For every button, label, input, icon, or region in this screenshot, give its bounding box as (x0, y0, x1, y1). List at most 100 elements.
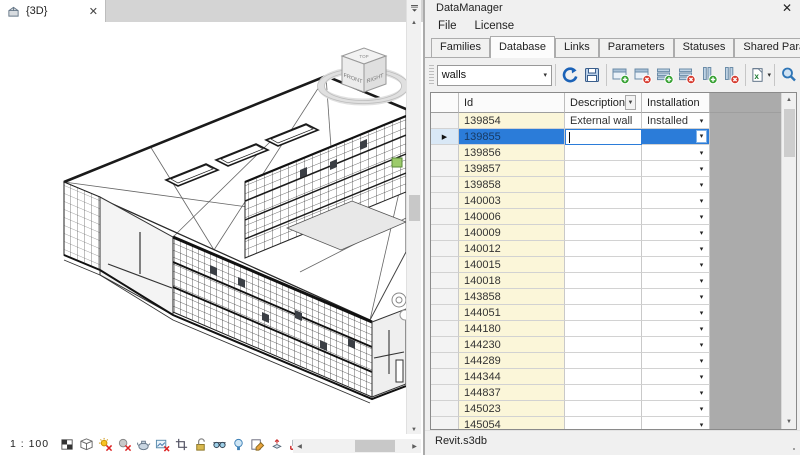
table-row[interactable]: ▶ 144180 ▾ (431, 321, 781, 337)
table-row[interactable]: ▶ 145023 ▾ (431, 401, 781, 417)
3d-model-canvas[interactable]: TOP FRONT RIGHT (0, 22, 406, 435)
refresh-button[interactable] (559, 64, 581, 86)
row-selector-cell[interactable]: ▶ (431, 129, 459, 145)
dropdown-arrow-icon[interactable]: ▾ (696, 405, 707, 413)
installation-cell[interactable]: ▾ (642, 129, 710, 145)
temporary-hide-isolate-icon[interactable] (210, 435, 228, 453)
installation-cell[interactable]: ▾ (642, 385, 710, 401)
description-column-header[interactable]: Description ▼ (565, 93, 642, 113)
table-row[interactable]: ▶ 139855 ▾ (431, 129, 781, 145)
delete-column-button[interactable] (720, 64, 742, 86)
detail-level-icon[interactable] (58, 435, 76, 453)
description-cell[interactable] (565, 289, 642, 305)
grid-vertical-scrollbar[interactable]: ▲ ▼ (781, 93, 796, 429)
installation-cell[interactable]: ▾ (642, 177, 710, 193)
table-row[interactable]: ▶ 140012 ▾ (431, 241, 781, 257)
table-row[interactable]: ▶ 145054 ▾ (431, 417, 781, 429)
delete-table-button[interactable] (632, 64, 654, 86)
installation-cell[interactable]: ▾ (642, 241, 710, 257)
installation-cell[interactable]: ▾ (642, 257, 710, 273)
installation-cell[interactable]: Installed ▾ (642, 113, 710, 129)
id-cell[interactable]: 140012 (459, 241, 565, 257)
installation-cell[interactable]: ▾ (642, 289, 710, 305)
unlocked-orientation-icon[interactable] (191, 435, 209, 453)
view-tab-3d[interactable]: {3D} ✕ (0, 0, 106, 22)
table-row[interactable]: ▶ 140009 ▾ (431, 225, 781, 241)
row-selector-cell[interactable]: ▶ (431, 369, 459, 385)
table-row[interactable]: ▶ 143858 ▾ (431, 289, 781, 305)
installation-cell[interactable]: ▾ (642, 273, 710, 289)
installation-cell[interactable]: ▾ (642, 321, 710, 337)
add-column-button[interactable] (698, 64, 720, 86)
description-cell[interactable] (565, 385, 642, 401)
id-cell[interactable]: 139854 (459, 113, 565, 129)
row-selector-cell[interactable]: ▶ (431, 161, 459, 177)
description-cell[interactable] (565, 353, 642, 369)
installation-cell[interactable]: ▾ (642, 305, 710, 321)
sun-path-off-icon[interactable] (96, 435, 114, 453)
dropdown-arrow-icon[interactable]: ▾ (696, 325, 707, 333)
row-selector-cell[interactable]: ▶ (431, 193, 459, 209)
dropdown-arrow-icon[interactable]: ▾ (696, 181, 707, 189)
row-selector-cell[interactable]: ▶ (431, 273, 459, 289)
description-cell[interactable]: External wall (565, 113, 642, 129)
dropdown-arrow-icon[interactable]: ▾ (696, 229, 707, 237)
id-cell[interactable]: 139858 (459, 177, 565, 193)
description-cell[interactable] (565, 225, 642, 241)
row-selector-cell[interactable]: ▶ (431, 145, 459, 161)
close-panel-icon[interactable]: ✕ (782, 1, 792, 15)
row-selector-cell[interactable]: ▶ (431, 337, 459, 353)
view-vertical-scrollbar[interactable]: ▲ ▼ (406, 0, 421, 437)
scroll-up-icon[interactable]: ▲ (782, 93, 796, 107)
table-row[interactable]: ▶ 139858 ▾ (431, 177, 781, 193)
description-cell[interactable] (565, 337, 642, 353)
installation-cell[interactable]: ▾ (642, 209, 710, 225)
dropdown-arrow-icon[interactable]: ▾ (696, 373, 707, 381)
shadows-off-icon[interactable] (115, 435, 133, 453)
table-select-dropdown[interactable]: walls ▾ (436, 64, 553, 86)
row-selector-cell[interactable]: ▶ (431, 177, 459, 193)
tab-shared-parameters[interactable]: Shared Parameters (734, 38, 800, 57)
id-cell[interactable]: 143858 (459, 289, 565, 305)
row-selector-cell[interactable]: ▶ (431, 241, 459, 257)
table-row[interactable]: ▶ 144344 ▾ (431, 369, 781, 385)
reveal-hidden-elements-icon[interactable] (229, 435, 247, 453)
description-cell[interactable] (565, 305, 642, 321)
id-cell[interactable]: 144289 (459, 353, 565, 369)
scroll-right-icon[interactable]: ▶ (408, 439, 421, 453)
dropdown-arrow-icon[interactable]: ▾ (696, 130, 707, 143)
dropdown-arrow-icon[interactable]: ▾ (696, 389, 707, 397)
installation-cell[interactable]: ▾ (642, 401, 710, 417)
menu-file[interactable]: File (429, 18, 466, 34)
menu-license[interactable]: License (466, 18, 524, 34)
scroll-up-icon[interactable]: ▲ (407, 16, 421, 30)
visual-style-icon[interactable] (77, 435, 95, 453)
id-cell[interactable]: 140003 (459, 193, 565, 209)
row-selector-cell[interactable]: ▶ (431, 113, 459, 129)
installation-cell[interactable]: ▾ (642, 145, 710, 161)
crop-region-icon[interactable] (172, 435, 190, 453)
table-row[interactable]: ▶ 144837 ▾ (431, 385, 781, 401)
table-row[interactable]: ▶ 140015 ▾ (431, 257, 781, 273)
description-cell[interactable] (565, 209, 642, 225)
dropdown-arrow-icon[interactable]: ▾ (696, 197, 707, 205)
description-cell[interactable] (565, 161, 642, 177)
export-button[interactable]: x ▾ (749, 64, 771, 86)
table-row[interactable]: ▶ 139857 ▾ (431, 161, 781, 177)
table-row[interactable]: ▶ 144230 ▾ (431, 337, 781, 353)
row-selector-cell[interactable]: ▶ (431, 353, 459, 369)
description-cell[interactable] (565, 417, 642, 429)
scale-button[interactable]: 1 : 100 (10, 438, 49, 450)
description-cell[interactable] (565, 257, 642, 273)
id-column-header[interactable]: Id (459, 93, 565, 113)
displacement-sets-icon[interactable] (267, 435, 285, 453)
dropdown-arrow-icon[interactable]: ▾ (696, 357, 707, 365)
id-cell[interactable]: 144837 (459, 385, 565, 401)
row-selector-cell[interactable]: ▶ (431, 321, 459, 337)
installation-cell[interactable]: ▾ (642, 161, 710, 177)
row-selector-cell[interactable]: ▶ (431, 225, 459, 241)
close-view-icon[interactable]: ✕ (89, 5, 98, 18)
installation-cell[interactable]: ▾ (642, 337, 710, 353)
tab-links[interactable]: Links (555, 38, 599, 57)
description-cell[interactable] (565, 129, 642, 145)
